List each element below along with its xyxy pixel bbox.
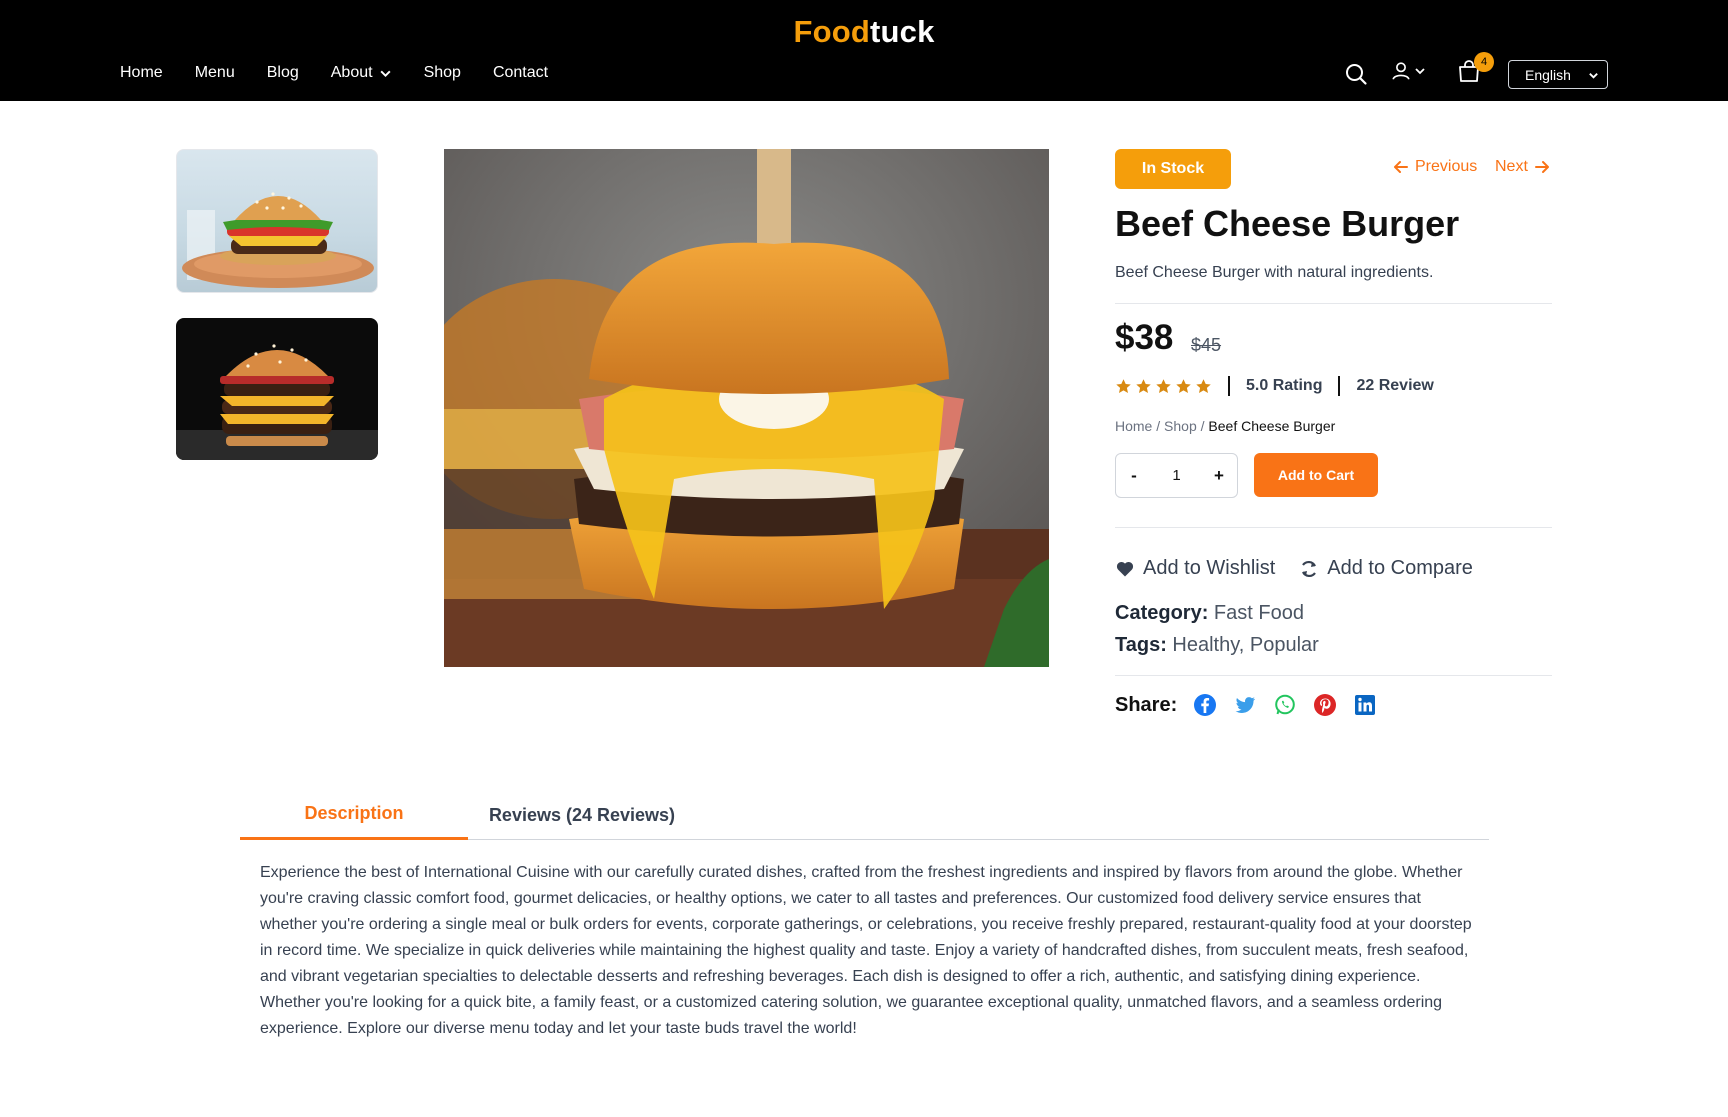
double-burger-thumbnail-image [176, 344, 378, 460]
breadcrumb-separator: / [1152, 418, 1165, 434]
star-icon [1196, 378, 1211, 393]
breadcrumb-separator: / [1196, 418, 1209, 434]
main-nav: Home Menu Blog About Shop Contact [120, 64, 580, 82]
divider [1115, 527, 1552, 528]
product-main-image [444, 149, 1049, 667]
quantity-input[interactable]: 1 [1152, 467, 1201, 484]
product-description: Experience the best of International Cui… [260, 864, 1472, 1037]
star-icon [1156, 378, 1171, 393]
chevron-down-icon [1589, 73, 1598, 79]
divider [1115, 303, 1552, 304]
category-row: Category: Fast Food [1115, 602, 1304, 625]
rating-text: 5.0 Rating [1246, 377, 1323, 394]
tab-reviews[interactable]: Reviews (24 Reviews) [468, 790, 696, 840]
previous-label: Previous [1415, 158, 1478, 175]
nav-blog[interactable]: Blog [267, 64, 299, 82]
nav-shop-label: Shop [423, 64, 461, 81]
next-label: Next [1495, 158, 1528, 175]
burger-thumbnail-image [182, 192, 374, 288]
in-stock-badge: In Stock [1115, 149, 1231, 189]
next-product-link[interactable]: Next [1495, 158, 1550, 176]
nav-about[interactable]: About [331, 64, 392, 82]
product-thumbnail-2[interactable] [176, 318, 378, 460]
separator [1228, 376, 1230, 396]
nav-shop[interactable]: Shop [424, 64, 461, 82]
logo-text-food: Food [793, 14, 870, 49]
add-to-wishlist-button[interactable]: Add to Wishlist [1115, 557, 1275, 580]
quantity-stepper: - 1 + [1115, 453, 1238, 498]
product-title: Beef Cheese Burger [1115, 203, 1460, 244]
nav-blog-label: Blog [266, 64, 299, 81]
cart-button[interactable]: 4 [1456, 52, 1494, 89]
product-price: $38 [1115, 318, 1174, 357]
nav-contact[interactable]: Contact [493, 64, 548, 82]
product-subtitle: Beef Cheese Burger with natural ingredie… [1115, 264, 1434, 281]
wishlist-label: Add to Wishlist [1143, 557, 1276, 579]
site-header: Foodtuck Home Menu Blog About Shop Conta… [0, 0, 1728, 101]
nav-home[interactable]: Home [120, 64, 163, 82]
previous-product-link[interactable]: Previous [1393, 158, 1477, 176]
chevron-down-icon [380, 70, 391, 77]
cart-count-badge: 4 [1474, 52, 1494, 72]
increase-quantity-button[interactable]: + [1201, 466, 1237, 486]
logo-text-tuck: tuck [870, 14, 935, 49]
nav-about-label: About [330, 64, 373, 81]
nav-contact-label: Contact [492, 64, 549, 81]
tags-label: Tags: [1115, 634, 1167, 656]
product-tabs: Description Reviews (24 Reviews) [240, 790, 1489, 840]
separator [1338, 376, 1341, 396]
breadcrumb-shop[interactable]: Shop [1164, 418, 1197, 434]
chevron-down-icon [1415, 68, 1425, 75]
arrow-right-icon [1534, 161, 1549, 173]
refresh-icon [1302, 560, 1317, 577]
heart-icon [1116, 561, 1134, 576]
star-icon [1116, 378, 1131, 393]
language-select-value: English [1525, 66, 1571, 83]
tab-description[interactable]: Description [240, 790, 468, 840]
add-to-cart-button[interactable]: Add to Cart [1254, 453, 1378, 497]
star-icon [1136, 378, 1151, 393]
nav-menu[interactable]: Menu [195, 64, 235, 82]
pinterest-icon[interactable] [1313, 693, 1337, 717]
divider [1115, 675, 1552, 676]
language-select[interactable]: English [1508, 60, 1608, 89]
product-old-price: $45 [1191, 335, 1222, 355]
breadcrumb-home[interactable]: Home [1115, 418, 1152, 434]
review-count-link[interactable]: 22 Review [1356, 377, 1433, 395]
tags-row: Tags: Healthy, Popular [1115, 634, 1319, 657]
product-thumbnail-1[interactable] [176, 149, 378, 293]
user-icon [1392, 62, 1410, 80]
share-label: Share: [1115, 693, 1178, 716]
linkedin-icon[interactable] [1353, 693, 1377, 717]
wishlist-compare-row: Add to Wishlist Add to Compare [1115, 557, 1497, 580]
site-logo[interactable]: Foodtuck [0, 14, 1728, 50]
tags-value[interactable]: Healthy, Popular [1172, 634, 1318, 656]
arrow-left-icon [1394, 161, 1408, 173]
compare-label: Add to Compare [1327, 557, 1473, 579]
decrease-quantity-button[interactable]: - [1116, 466, 1152, 486]
header-actions: 4 [1342, 52, 1494, 88]
rating-stars [1115, 378, 1212, 395]
account-menu[interactable] [1390, 60, 1426, 82]
category-value[interactable]: Fast Food [1214, 602, 1304, 624]
breadcrumb-current: Beef Cheese Burger [1208, 418, 1336, 434]
rating-row: 5.0 Rating 22 Review [1115, 376, 1434, 396]
twitter-icon[interactable] [1233, 693, 1257, 717]
search-icon[interactable] [1342, 60, 1370, 88]
whatsapp-icon[interactable] [1273, 693, 1297, 717]
facebook-icon[interactable] [1193, 693, 1217, 717]
nav-home-label: Home [120, 64, 163, 81]
nav-menu-label: Menu [194, 64, 235, 81]
add-to-compare-button[interactable]: Add to Compare [1299, 557, 1473, 580]
breadcrumb: Home / Shop / Beef Cheese Burger [1115, 418, 1335, 434]
star-icon [1176, 378, 1191, 393]
category-label: Category: [1115, 602, 1209, 624]
share-row: Share: [1115, 693, 1393, 717]
beef-cheese-burger-image [444, 149, 1049, 667]
